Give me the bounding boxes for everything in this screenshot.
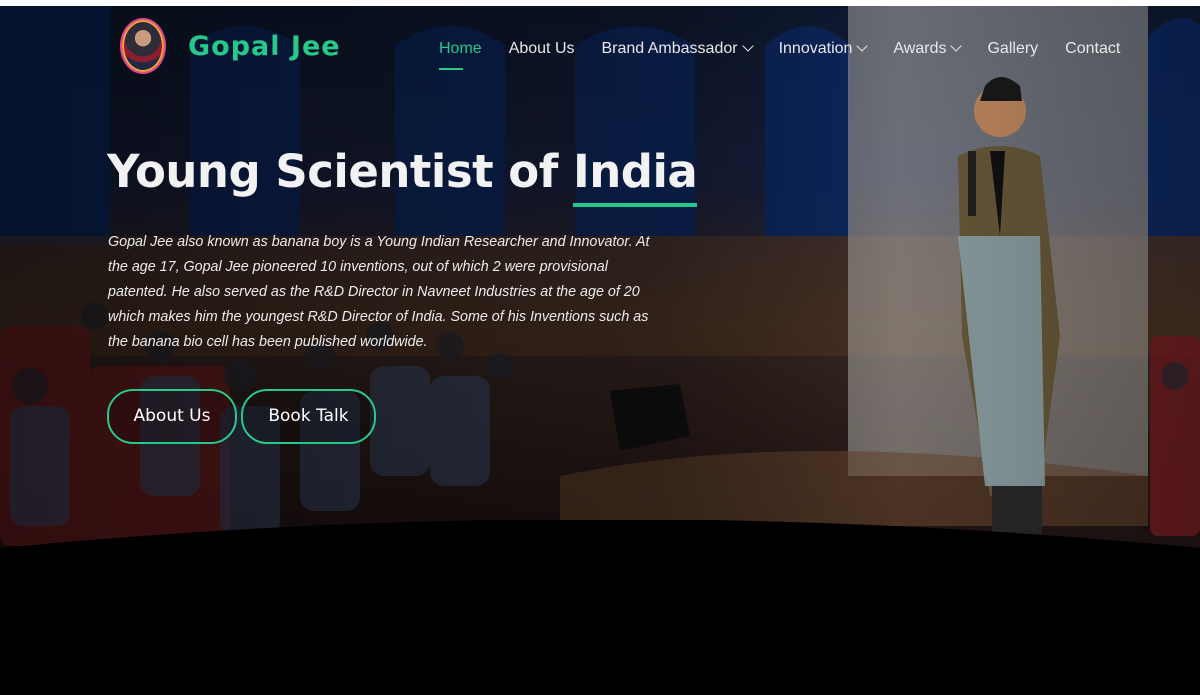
hero-bottom-curve (0, 520, 1200, 695)
chevron-down-icon (741, 40, 754, 52)
profile-avatar-icon (120, 18, 166, 74)
chevron-down-icon (856, 40, 869, 52)
chevron-down-icon (950, 40, 963, 52)
nav-item-gallery[interactable]: Gallery (987, 40, 1038, 58)
nav-item-label: Home (439, 40, 482, 57)
nav-item-label: About Us (508, 40, 575, 57)
hero-description: Gopal Jee also known as banana boy is a … (108, 234, 650, 350)
page: Gopal Jee Home About Us Brand Ambassador… (0, 0, 1200, 695)
hero-title-accent: India (572, 145, 698, 207)
nav-item-about-us[interactable]: About Us (509, 40, 575, 58)
nav-item-label: Gallery (987, 40, 1039, 57)
nav-item-label: Contact (1065, 40, 1121, 57)
brand[interactable]: Gopal Jee (120, 18, 341, 74)
about-us-button[interactable]: About Us (107, 389, 237, 444)
nav-item-label: Awards (893, 40, 947, 57)
nav-item-label: Brand Ambassador (601, 40, 738, 57)
nav-item-home[interactable]: Home (439, 40, 482, 70)
nav-item-awards[interactable]: Awards (893, 40, 963, 58)
nav-item-innovation[interactable]: Innovation (778, 40, 869, 58)
hero-title: Young Scientist of India (107, 145, 698, 207)
nav-item-brand-ambassador[interactable]: Brand Ambassador (601, 40, 754, 58)
nav-item-contact[interactable]: Contact (1065, 40, 1120, 58)
book-talk-button[interactable]: Book Talk (241, 389, 376, 444)
nav-item-label: Innovation (778, 40, 853, 57)
brand-name[interactable]: Gopal Jee (188, 31, 341, 62)
hero-title-main: Young Scientist of (107, 145, 573, 198)
main-nav: Home About Us Brand Ambassador Innovatio… (439, 40, 1147, 70)
